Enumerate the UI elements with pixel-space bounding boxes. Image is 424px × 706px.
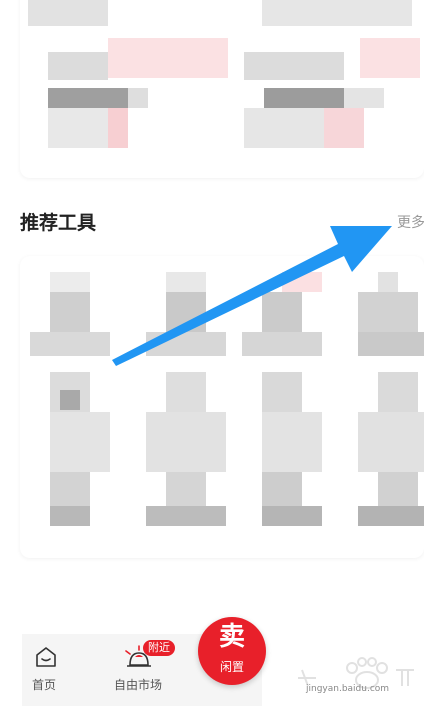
blurred-block [128, 88, 148, 108]
tool-item[interactable] [242, 372, 322, 526]
blurred-block [48, 88, 128, 108]
tool-item[interactable] [146, 372, 226, 526]
more-link[interactable]: 更多 [397, 212, 424, 232]
sell-label: 卖 [218, 622, 245, 652]
nearby-badge: 附近 [143, 640, 175, 656]
blurred-block [360, 38, 420, 78]
home-tab[interactable]: 首页 [30, 645, 62, 695]
tool-item[interactable] [146, 272, 226, 356]
blurred-block [48, 108, 108, 148]
blurred-block [264, 88, 344, 108]
blurred-block [324, 108, 364, 148]
tool-item[interactable] [358, 272, 424, 356]
home-icon [36, 647, 56, 667]
sell-button[interactable]: 卖 闲置 [198, 617, 266, 685]
blurred-block [262, 0, 412, 26]
top-card [20, 0, 424, 178]
blurred-block [28, 0, 108, 26]
tools-card [20, 256, 424, 558]
sell-sublabel: 闲置 [219, 660, 244, 674]
blurred-block [244, 52, 344, 80]
blurred-block [108, 38, 228, 78]
tool-item[interactable] [30, 372, 110, 526]
tool-item[interactable] [358, 372, 424, 526]
tool-item[interactable] [30, 272, 110, 356]
blurred-block [108, 108, 128, 148]
tool-item[interactable] [242, 272, 322, 356]
blurred-block [344, 88, 384, 108]
tab-label-market: 自由市场 [114, 678, 163, 692]
blurred-block [244, 108, 324, 148]
watermark-url: jingyan.baidu.com [306, 684, 390, 694]
section-title: 推荐工具 [20, 212, 97, 234]
tab-label-home: 首页 [32, 678, 57, 692]
blurred-block [48, 52, 108, 80]
